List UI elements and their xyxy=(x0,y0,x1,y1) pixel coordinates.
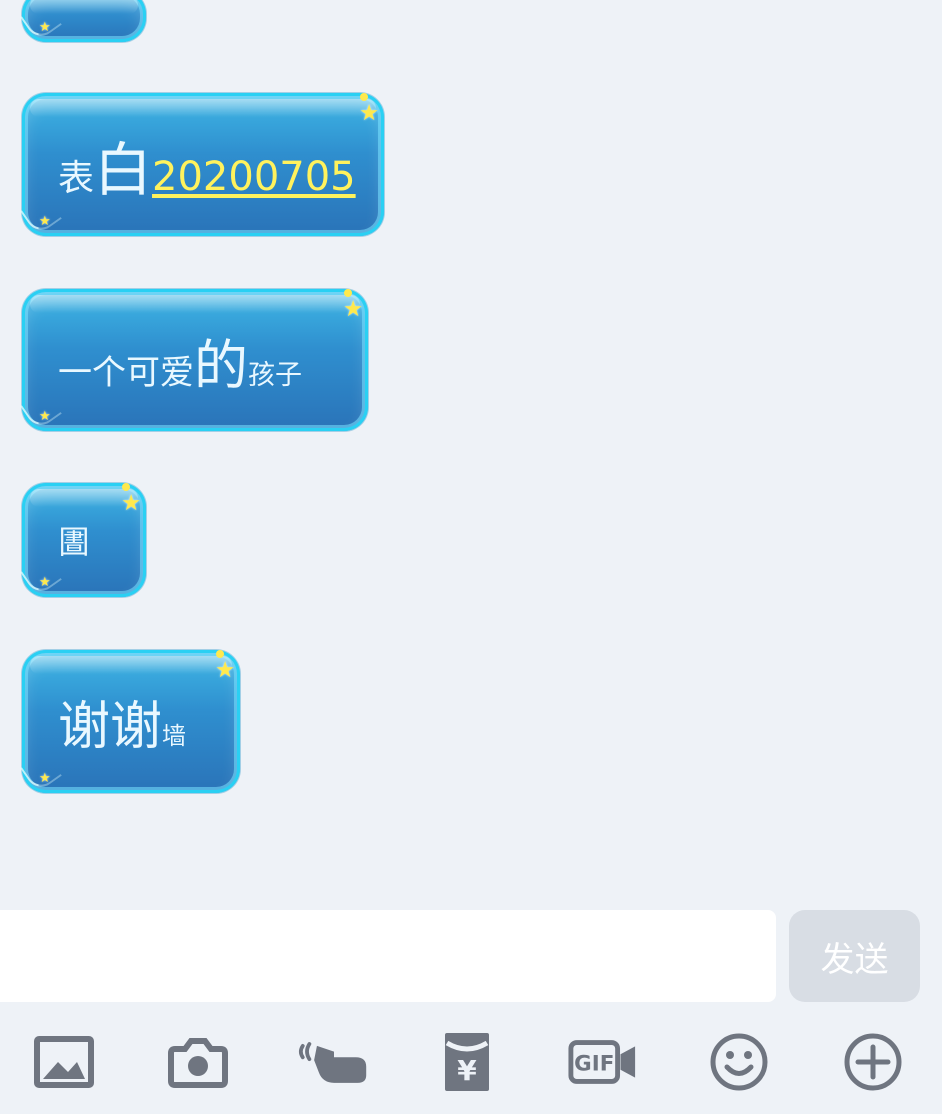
star-icon: ★ xyxy=(39,771,51,786)
red-packet-icon[interactable]: ¥ xyxy=(431,1026,503,1098)
message-bubble-thanks-wall[interactable]: ★ ★ 谢谢 墙 xyxy=(20,650,240,793)
message-bubble-partial[interactable]: ★ xyxy=(20,0,146,42)
star-icon: ★ xyxy=(39,575,51,590)
message-text-segment: 圕 xyxy=(58,523,91,561)
sparkle-icon xyxy=(360,93,368,101)
message-text-segment: 的 xyxy=(194,333,248,397)
star-icon: ★ xyxy=(121,491,141,516)
sparkle-icon xyxy=(216,650,224,658)
camera-icon[interactable] xyxy=(162,1026,234,1098)
sparkle-icon xyxy=(344,289,352,297)
message-text-segment: 孩子 xyxy=(248,359,302,391)
date-link[interactable]: 20200705 xyxy=(152,154,356,200)
star-icon: ★ xyxy=(39,20,51,35)
message-text-segment: 一个可爱 xyxy=(58,352,194,393)
plus-icon[interactable] xyxy=(837,1026,909,1098)
message-text-segment: 表 xyxy=(58,157,95,199)
message-text: 谢谢 墙 xyxy=(58,684,186,759)
message-bubble-lovely-child[interactable]: ★ ★ 一个可爱 的 孩子 xyxy=(20,289,368,431)
message-text: 表 白 20200705 xyxy=(58,123,356,207)
gif-label: GIF xyxy=(574,1052,614,1077)
message-bubble-library[interactable]: ★ ★ 圕 xyxy=(20,483,146,597)
composer-row: 发送 xyxy=(0,910,942,1002)
message-bubble-confession-date[interactable]: ★ ★ 表 白 20200705 xyxy=(20,93,384,236)
message-text-segment: 墙 xyxy=(162,722,187,750)
image-icon[interactable] xyxy=(28,1026,100,1098)
poke-icon[interactable] xyxy=(298,1026,370,1098)
star-icon: ★ xyxy=(359,101,379,126)
emoji-icon[interactable] xyxy=(703,1026,775,1098)
currency-symbol: ¥ xyxy=(457,1054,477,1087)
message-text: 一个可爱 的 孩子 xyxy=(58,321,302,400)
message-text: 圕 xyxy=(58,517,90,563)
gif-icon[interactable]: GIF xyxy=(567,1026,639,1098)
composer-toolbar: ¥ GIF xyxy=(0,1016,942,1114)
star-icon: ★ xyxy=(39,409,51,424)
chat-area: ★ ★ ★ 表 白 20200705 ★ ★ 一个可爱 的 孩子 ★ ★ 圕 ★… xyxy=(0,0,942,905)
send-button[interactable]: 发送 xyxy=(789,910,920,1002)
message-text-segment: 谢谢 xyxy=(58,697,163,757)
star-icon: ★ xyxy=(343,297,363,322)
star-icon: ★ xyxy=(215,658,235,683)
star-icon: ★ xyxy=(39,214,51,229)
message-text-segment: 白 xyxy=(94,135,153,204)
message-input[interactable] xyxy=(0,910,776,1002)
sparkle-icon xyxy=(122,483,130,491)
